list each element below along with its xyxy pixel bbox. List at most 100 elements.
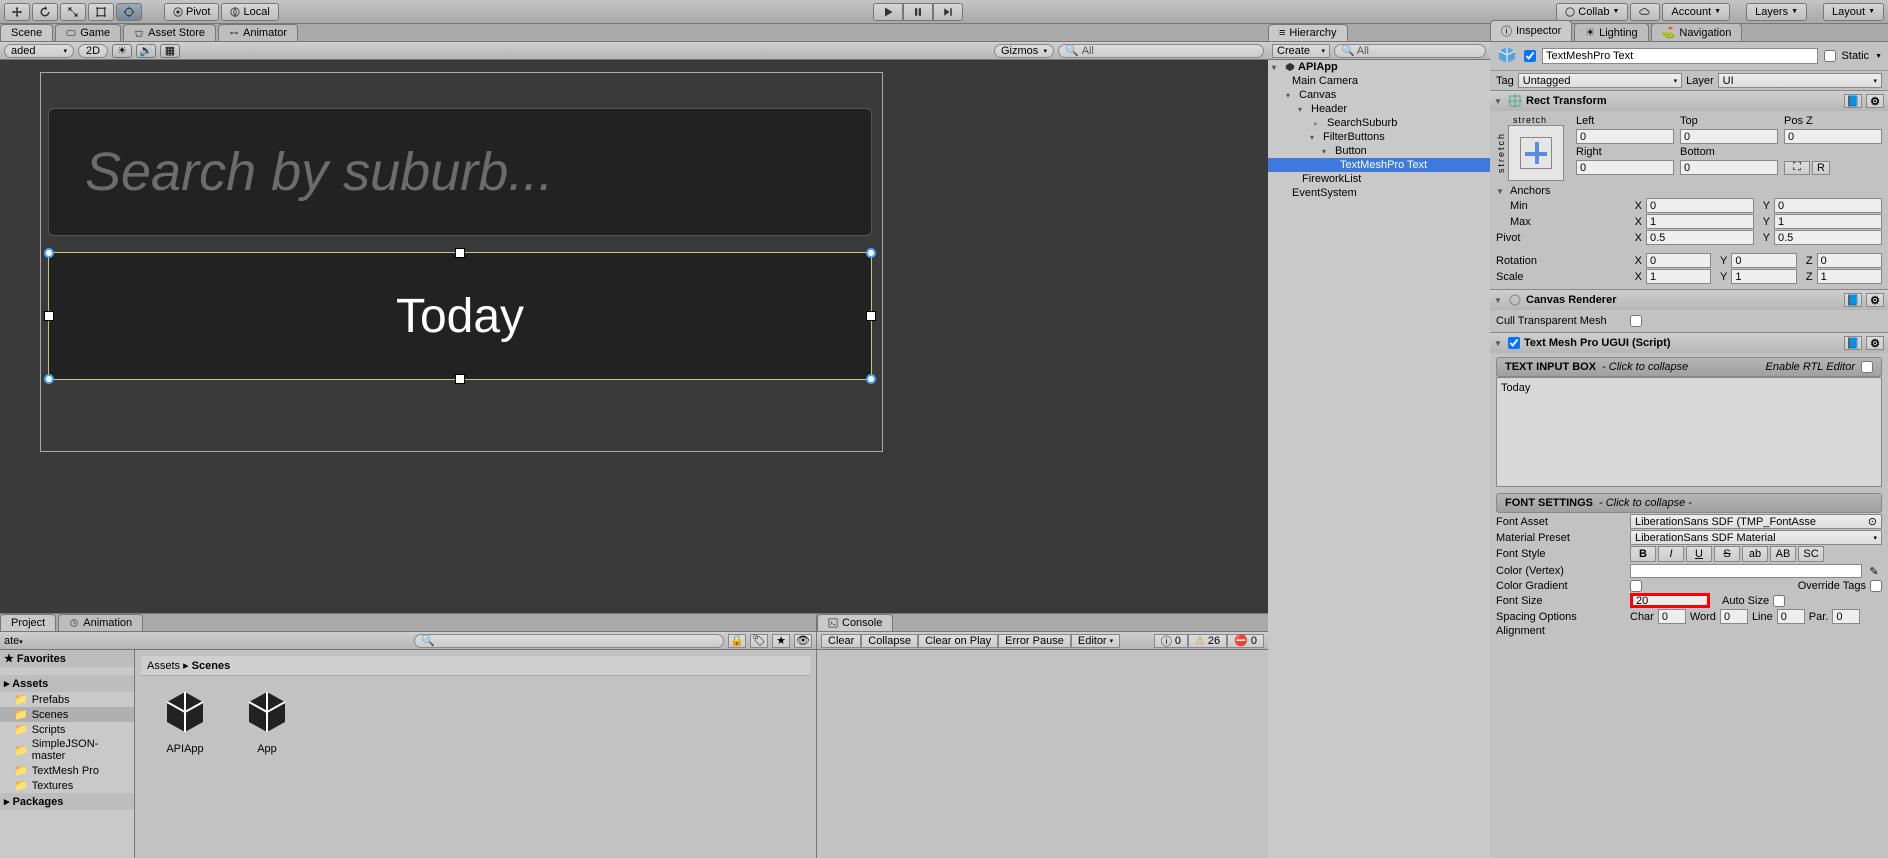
pivot-x[interactable]: 0.5 <box>1646 230 1754 245</box>
project-filter-1[interactable]: 🔒 <box>728 634 746 648</box>
scene-light-toggle[interactable]: ☀ <box>112 44 132 58</box>
tab-hierarchy[interactable]: ≡ Hierarchy <box>1268 24 1348 41</box>
console-error-pause-button[interactable]: Error Pause <box>998 634 1071 648</box>
material-dropdown[interactable]: LiberationSans SDF Material▾ <box>1630 530 1882 545</box>
rt-blueprint-button[interactable]: ⛶ <box>1784 161 1810 175</box>
folder-simplejson[interactable]: 📁 SimpleJSON-master <box>0 737 134 763</box>
anchors-label[interactable]: Anchors <box>1510 185 1550 197</box>
layer-dropdown[interactable]: UI▾ <box>1718 73 1882 88</box>
component-settings-icon[interactable]: ⚙ <box>1866 94 1884 108</box>
folder-textures[interactable]: 📁 Textures <box>0 778 134 793</box>
style-smallcaps[interactable]: SC <box>1798 546 1824 562</box>
console-body[interactable] <box>817 650 1268 858</box>
tab-asset-store[interactable]: Asset Store <box>123 24 216 41</box>
project-folder-tree[interactable]: ★ Favorites ▸ Assets 📁 Prefabs 📁 Scenes … <box>0 650 135 858</box>
hand-tool-button[interactable] <box>4 3 30 21</box>
layout-dropdown[interactable]: Layout▼ <box>1823 3 1884 21</box>
anchor-max-y[interactable]: 1 <box>1774 214 1882 229</box>
tab-game[interactable]: Game <box>55 24 121 41</box>
gradient-checkbox[interactable] <box>1630 580 1642 592</box>
font-size-field[interactable]: 20 <box>1630 593 1710 608</box>
project-filter-2[interactable]: 🏷 <box>750 634 768 648</box>
console-info-count[interactable]: ⓘ0 <box>1154 634 1188 648</box>
console-editor-dropdown[interactable]: Editor▾ <box>1071 634 1120 648</box>
hierarchy-create-dropdown[interactable]: Create▾ <box>1272 44 1330 58</box>
gameobject-active-checkbox[interactable] <box>1524 50 1536 62</box>
anchor-min-y[interactable]: 0 <box>1774 198 1882 213</box>
tab-scene[interactable]: Scene <box>0 24 53 41</box>
rot-y[interactable]: 0 <box>1731 253 1796 268</box>
anchor-presets-button[interactable] <box>1508 125 1564 181</box>
auto-size-checkbox[interactable] <box>1773 595 1785 607</box>
rt-bottom-field[interactable]: 0 <box>1680 160 1778 175</box>
folder-scenes[interactable]: 📁 Scenes <box>0 707 134 722</box>
component-settings-icon[interactable]: ⚙ <box>1866 336 1884 350</box>
tmp-text-input[interactable]: Today <box>1496 377 1882 487</box>
rect-tool-button[interactable] <box>88 3 114 21</box>
rt-raw-button[interactable]: R <box>1812 161 1830 175</box>
component-reference-icon[interactable]: 📘 <box>1844 293 1862 307</box>
hier-header[interactable]: ▾Header <box>1268 102 1490 116</box>
step-button[interactable] <box>933 3 963 21</box>
component-reference-icon[interactable]: 📘 <box>1844 336 1862 350</box>
tab-inspector[interactable]: ⓘ Inspector <box>1490 20 1572 41</box>
tab-lighting[interactable]: ☀ Lighting <box>1574 23 1648 41</box>
anchor-min-x[interactable]: 0 <box>1646 198 1754 213</box>
rt-right-field[interactable]: 0 <box>1576 160 1674 175</box>
project-create-dropdown[interactable]: ate▾ <box>4 635 44 647</box>
scene-root[interactable]: ▾APIApp <box>1268 60 1490 74</box>
rotate-tool-button[interactable] <box>32 3 58 21</box>
hier-event-system[interactable]: EventSystem <box>1268 186 1490 200</box>
console-clear-on-play-button[interactable]: Clear on Play <box>918 634 998 648</box>
hier-textmeshpro-text[interactable]: TextMeshPro Text <box>1268 158 1490 172</box>
project-hidden-toggle[interactable]: 👁 <box>794 634 812 648</box>
hierarchy-search[interactable]: 🔍All <box>1334 44 1486 58</box>
rtl-checkbox[interactable] <box>1861 361 1873 373</box>
tmp-enabled-checkbox[interactable] <box>1508 337 1520 349</box>
hierarchy-tree[interactable]: ▾APIApp Main Camera ▾Canvas ▾Header ▸Sea… <box>1268 60 1490 858</box>
project-breadcrumb[interactable]: Assets ▸ Scenes <box>141 656 810 676</box>
hier-main-camera[interactable]: Main Camera <box>1268 74 1490 88</box>
console-error-count[interactable]: ⛔0 <box>1227 634 1264 648</box>
spacing-line[interactable]: 0 <box>1777 609 1805 624</box>
scale-z[interactable]: 1 <box>1817 269 1882 284</box>
collab-dropdown[interactable]: Collab▼ <box>1556 3 1628 21</box>
shading-mode-dropdown[interactable]: aded▾ <box>4 44 74 58</box>
hier-button[interactable]: ▾Button <box>1268 144 1490 158</box>
font-asset-field[interactable]: LiberationSans SDF (TMP_FontAsse⊙ <box>1630 514 1882 529</box>
asset-apiapp[interactable]: APIApp <box>153 688 217 755</box>
favorites-header[interactable]: ★ Favorites <box>0 650 134 667</box>
scene-audio-toggle[interactable]: 🔊 <box>136 44 156 58</box>
style-underline[interactable]: U <box>1686 546 1712 562</box>
scale-y[interactable]: 1 <box>1731 269 1796 284</box>
style-strike[interactable]: S <box>1714 546 1740 562</box>
hier-search-suburb[interactable]: ▸SearchSuburb <box>1268 116 1490 130</box>
pivot-toggle[interactable]: Pivot <box>164 3 219 21</box>
local-toggle[interactable]: Local <box>221 3 278 21</box>
style-bold[interactable]: B <box>1630 546 1656 562</box>
spacing-word[interactable]: 0 <box>1720 609 1748 624</box>
2d-toggle[interactable]: 2D <box>78 44 108 58</box>
account-dropdown[interactable]: Account▼ <box>1662 3 1730 21</box>
assets-header[interactable]: ▸ Assets <box>0 675 134 692</box>
play-button[interactable] <box>873 3 903 21</box>
rt-top-field[interactable]: 0 <box>1680 129 1778 144</box>
spacing-char[interactable]: 0 <box>1658 609 1686 624</box>
text-input-section[interactable]: TEXT INPUT BOX- Click to collapse Enable… <box>1496 357 1882 377</box>
hier-filter-buttons[interactable]: ▾FilterButtons <box>1268 130 1490 144</box>
rt-left-field[interactable]: 0 <box>1576 129 1674 144</box>
component-settings-icon[interactable]: ⚙ <box>1866 293 1884 307</box>
style-italic[interactable]: I <box>1658 546 1684 562</box>
project-search[interactable]: 🔍 <box>414 634 724 648</box>
tmp-header[interactable]: ▼Text Mesh Pro UGUI (Script) 📘 ⚙ <box>1490 333 1888 353</box>
layers-dropdown[interactable]: Layers▼ <box>1746 3 1807 21</box>
tab-animator[interactable]: Animator <box>218 24 298 41</box>
tab-navigation[interactable]: ⛳ Navigation <box>1651 23 1743 41</box>
tab-project[interactable]: Project <box>0 614 56 631</box>
tab-animation[interactable]: Animation <box>58 614 143 631</box>
tab-console[interactable]: Console <box>817 614 893 631</box>
console-warn-count[interactable]: ⚠26 <box>1188 634 1227 648</box>
cloud-button[interactable] <box>1630 3 1660 21</box>
eyedropper-icon[interactable]: ✎ <box>1866 563 1882 579</box>
tag-dropdown[interactable]: Untagged▾ <box>1518 73 1682 88</box>
